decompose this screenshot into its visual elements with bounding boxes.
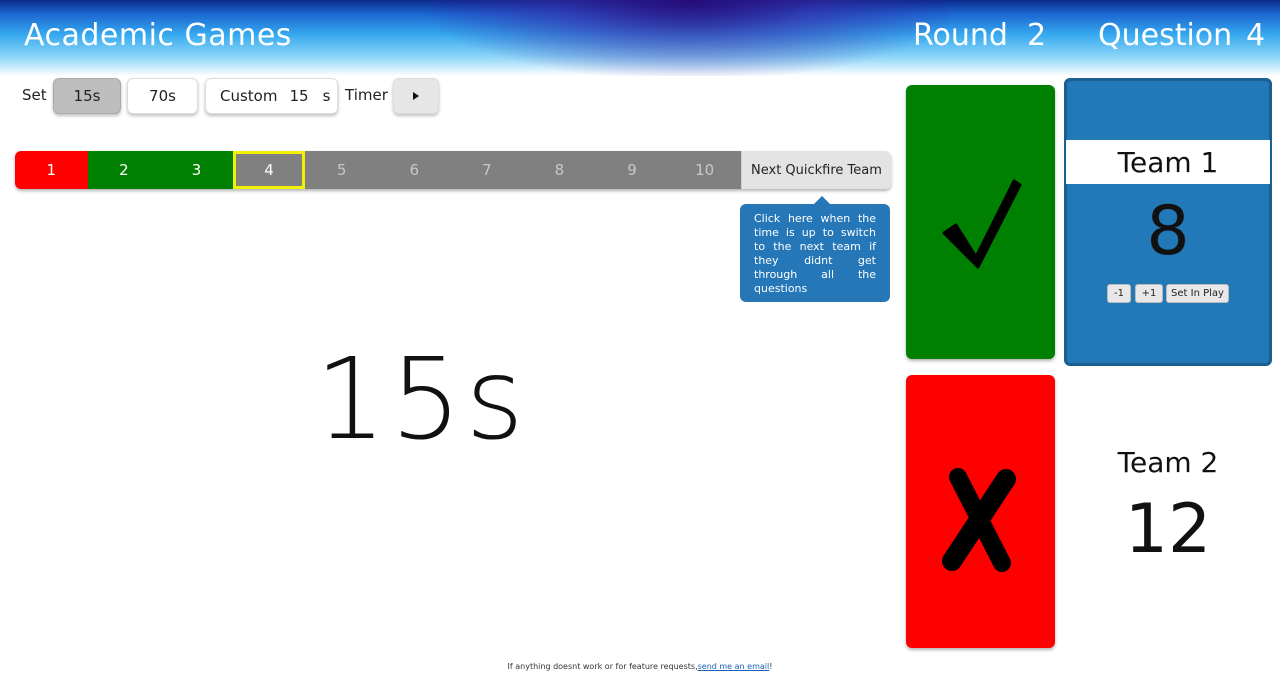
question-cell[interactable]: 9 [595,151,669,189]
team2-score: 12 [1124,490,1212,569]
round-label: Round [913,18,1008,53]
question-progress-bar: 1 2 3 4 5 6 7 8 9 10 Next Quickfire Team [15,151,891,189]
footer-text: If anything doesnt work or for feature r… [507,662,698,671]
question-cell-current[interactable]: 4 [232,151,306,189]
question-cell[interactable]: 5 [305,151,378,189]
start-timer-button[interactable] [393,78,439,114]
countdown-display: 15s [315,335,528,465]
custom-timer-box: Custom 15 s [205,78,338,114]
question-number: 4 [1246,18,1266,53]
email-link[interactable]: send me an email [698,662,770,671]
app-title: Academic Games [24,18,292,53]
team1-plus-button[interactable]: +1 [1135,284,1163,303]
team1-set-in-play-button[interactable]: Set In Play [1166,284,1229,303]
question-cell[interactable]: 10 [668,151,741,189]
team1-score: 8 [1146,192,1190,271]
round-number: 2 [1027,18,1047,53]
set-label: Set [22,86,47,104]
preset-15s-button[interactable]: 15s [53,78,121,114]
next-quickfire-team-button[interactable]: Next Quickfire Team [740,151,891,189]
question-cell[interactable]: 7 [450,151,524,189]
correct-answer-button[interactable] [906,85,1055,359]
preset-70s-button[interactable]: 70s [127,78,198,114]
x-mark-icon [942,468,1016,572]
footer: If anything doesnt work or for feature r… [0,662,1280,671]
question-cell[interactable]: 6 [377,151,451,189]
question-cell[interactable]: 2 [87,151,161,189]
team2-name: Team 2 [1117,446,1219,479]
question-label: Question [1098,18,1233,53]
custom-unit: s [322,87,331,105]
team1-minus-button[interactable]: -1 [1107,284,1131,303]
timer-label: Timer [345,86,388,104]
question-cell[interactable]: 8 [523,151,596,189]
wrong-answer-button[interactable] [906,375,1055,648]
next-team-tooltip: Click here when the time is up to switch… [740,196,890,302]
checkmark-icon [942,179,1022,269]
custom-seconds-input[interactable]: 15 [289,87,308,105]
team1-name: Team 1 [1066,140,1270,184]
footer-suffix: ! [769,662,773,671]
question-cell[interactable]: 1 [15,151,88,189]
play-icon [413,92,419,100]
question-cell[interactable]: 3 [160,151,233,189]
custom-label: Custom [220,87,278,105]
